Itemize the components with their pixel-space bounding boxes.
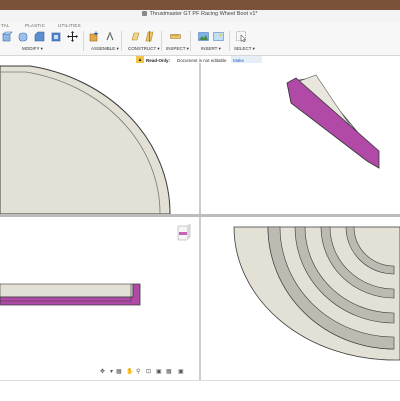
- model-view-top-left: [0, 65, 171, 214]
- viewcube[interactable]: [177, 223, 191, 241]
- status-area: [0, 380, 400, 401]
- ribbon-divider: [121, 31, 122, 51]
- document-title: Thrustmaster GT PF Racing Wheel Boot v1*: [0, 11, 400, 17]
- fillet-icon[interactable]: [18, 31, 29, 42]
- viewport-splitter-vertical[interactable]: [199, 63, 201, 380]
- pan-icon[interactable]: ▾: [110, 368, 113, 375]
- modify-menu[interactable]: MODIFY ▾: [22, 46, 43, 52]
- axis-icon[interactable]: [144, 31, 155, 42]
- document-title-text: Thrustmaster GT PF Racing Wheel Boot v1*: [149, 11, 258, 17]
- viewport-top-left[interactable]: [0, 63, 199, 214]
- title-bar: Thrustmaster GT PF Racing Wheel Boot v1*: [0, 10, 400, 22]
- model-view-bottom-right: [233, 226, 400, 361]
- orbit-icon[interactable]: ✥: [100, 368, 105, 375]
- document-icon: [142, 11, 148, 16]
- tab-plastic[interactable]: PLASTIC: [25, 23, 45, 28]
- assemble-menu[interactable]: ASSEMBLE ▾: [91, 46, 119, 52]
- new-component-icon[interactable]: [89, 31, 100, 42]
- joint-icon[interactable]: [105, 31, 116, 42]
- grid-settings-icon[interactable]: ▦: [166, 368, 172, 375]
- canvas-icon[interactable]: [213, 31, 224, 42]
- navigation-toolbar: ✥ ▾ ▦ ✋ ⚲ ⊡ ▣ ▦ ▣: [100, 368, 196, 378]
- select-menu[interactable]: SELECT ▾: [234, 46, 255, 52]
- offset-plane-icon[interactable]: [130, 31, 141, 42]
- model-view-top-right: [286, 74, 380, 169]
- move-icon[interactable]: [67, 31, 78, 42]
- viewport-splitter-horizontal[interactable]: [0, 214, 400, 217]
- insert-image-icon[interactable]: [198, 31, 209, 42]
- insert-menu[interactable]: INSERT ▾: [201, 46, 221, 52]
- ribbon-divider: [83, 31, 84, 51]
- viewports-icon[interactable]: ▣: [178, 368, 184, 375]
- fit-icon[interactable]: ⊡: [146, 368, 151, 375]
- ribbon-divider: [161, 31, 162, 51]
- ribbon-divider: [229, 31, 230, 51]
- inspect-menu[interactable]: INSPECT ▾: [166, 46, 189, 52]
- measure-icon[interactable]: [170, 31, 181, 42]
- zoom-icon[interactable]: ⚲: [136, 368, 140, 375]
- tab-tal[interactable]: TAL: [1, 23, 10, 28]
- ribbon-divider: [190, 31, 191, 51]
- shell-icon[interactable]: [51, 31, 62, 42]
- construct-menu[interactable]: CONSTRUCT ▾: [128, 46, 160, 52]
- viewport-bottom-right[interactable]: [201, 217, 400, 380]
- select-icon[interactable]: [236, 31, 247, 42]
- press-pull-icon[interactable]: [2, 31, 13, 42]
- tab-utilities[interactable]: UTILITIES: [58, 23, 81, 28]
- display-settings-icon[interactable]: ▣: [156, 368, 162, 375]
- pan-hand-icon[interactable]: ✋: [126, 368, 133, 375]
- app-top-band: [0, 0, 400, 10]
- viewport-bottom-left[interactable]: ✥ ▾ ▦ ✋ ⚲ ⊡ ▣ ▦ ▣: [0, 217, 199, 380]
- toolbar-ribbon: TAL PLASTIC UTILITIES MODIFY ▾ ASSEMBLE …: [0, 22, 400, 56]
- viewport-top-right[interactable]: [201, 63, 400, 214]
- chamfer-icon[interactable]: [34, 31, 45, 42]
- look-at-icon[interactable]: ▦: [116, 368, 122, 375]
- model-view-bottom-left: [0, 283, 141, 306]
